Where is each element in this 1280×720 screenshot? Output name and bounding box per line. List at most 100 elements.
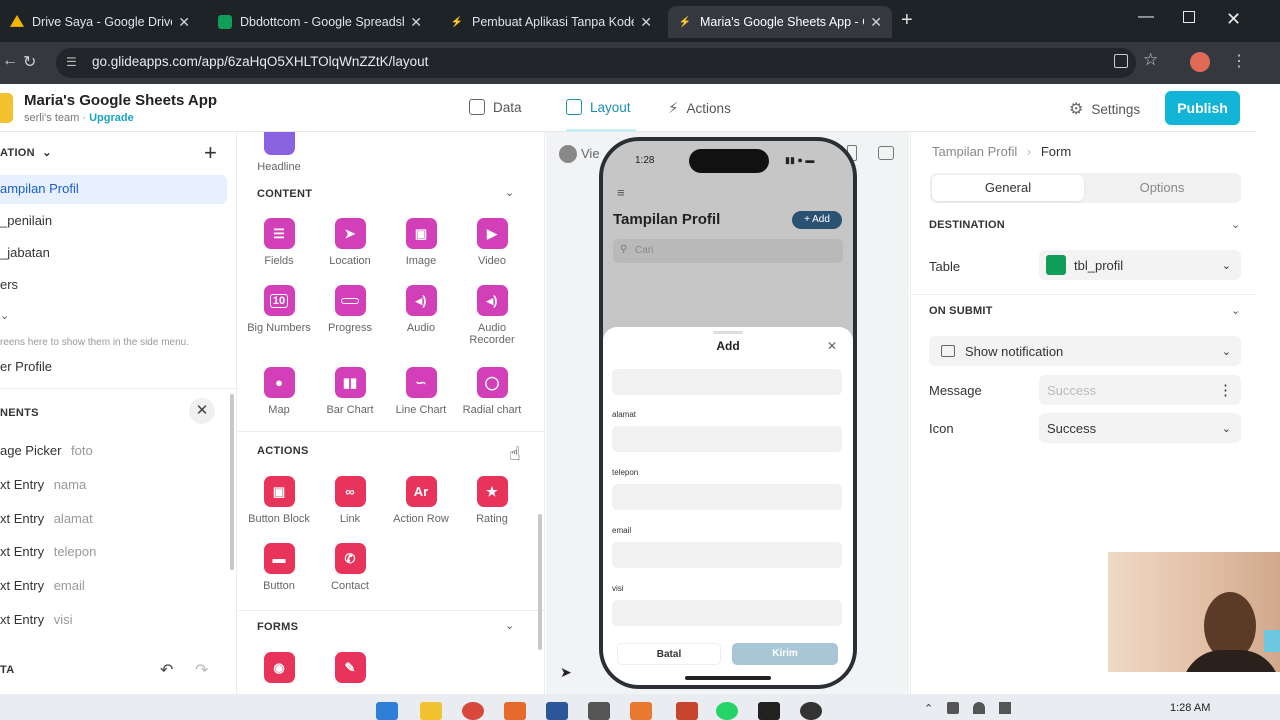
capcut-icon[interactable] <box>758 702 780 720</box>
file-explorer-icon[interactable] <box>420 702 442 720</box>
menu-dots-icon[interactable]: ⋮ <box>1231 51 1247 71</box>
site-info-icon[interactable]: ☰ <box>66 55 77 69</box>
add-item-button[interactable]: + Add <box>792 211 842 229</box>
component-fields[interactable]: ☰ Fields <box>244 218 314 267</box>
component-audio[interactable]: ◂) Audio <box>386 285 456 334</box>
telepon-field[interactable] <box>612 484 842 510</box>
whatsapp-icon[interactable] <box>716 702 738 720</box>
upgrade-link[interactable]: Upgrade <box>89 112 134 124</box>
app-icon[interactable] <box>676 702 698 720</box>
alamat-field[interactable] <box>612 426 842 452</box>
screen-item-penilain[interactable]: _penilain <box>0 213 52 228</box>
install-app-icon[interactable] <box>1114 54 1128 68</box>
chevron-up-icon[interactable]: ⌃ <box>924 702 933 716</box>
nav-tab-layout[interactable]: Layout <box>566 99 631 115</box>
close-tab-icon[interactable]: ✕ <box>870 14 882 31</box>
icon-select[interactable]: Success ⌄ <box>1039 413 1241 443</box>
tablet-mode-icon[interactable] <box>878 146 894 160</box>
component-headline[interactable]: Headline <box>244 132 314 173</box>
browser-tab-glide-builder[interactable]: ⚡ Pembuat Aplikasi Tanpa Kode: I ✕ <box>440 6 662 38</box>
undo-icon[interactable]: ↶ <box>160 660 173 680</box>
component-action-row[interactable]: Ar Action Row <box>386 476 456 525</box>
close-icon[interactable]: ✕ <box>189 398 215 424</box>
minimize-icon[interactable]: — <box>1138 8 1154 26</box>
browser-tab-maria-app[interactable]: ⚡ Maria's Google Sheets App - Gl ✕ <box>668 6 892 38</box>
new-tab-button[interactable]: + <box>901 9 913 32</box>
email-field[interactable] <box>612 542 842 568</box>
component-button[interactable]: ▬ Button <box>244 543 314 592</box>
close-tab-icon[interactable]: ✕ <box>640 14 652 31</box>
more-options-icon[interactable]: ⋮ <box>1218 381 1233 399</box>
component-map[interactable]: ● Map <box>244 367 314 416</box>
component-row-text-entry[interactable]: xt Entry nama <box>0 477 86 492</box>
reload-icon[interactable]: ↻ <box>23 52 36 72</box>
component-rating[interactable]: ★ Rating <box>457 476 527 525</box>
hamburger-menu-icon[interactable]: ≡ <box>617 185 625 200</box>
app-icon[interactable] <box>504 702 526 720</box>
component-bar-chart[interactable]: ▮▮ Bar Chart <box>315 367 385 416</box>
close-tab-icon[interactable]: ✕ <box>178 14 190 31</box>
component-location[interactable]: ➤ Location <box>315 218 385 267</box>
browser-tab-drive[interactable]: Drive Saya - Google Drive ✕ <box>0 6 200 38</box>
component-row-text-entry[interactable]: xt Entry visi <box>0 612 72 627</box>
chevron-down-icon[interactable]: ⌄ <box>505 186 514 199</box>
drag-handle[interactable] <box>713 331 743 334</box>
visi-field[interactable] <box>612 600 842 626</box>
word-icon[interactable] <box>546 702 568 720</box>
component-contact[interactable]: ✆ Contact <box>315 543 385 592</box>
submit-button[interactable]: Kirim <box>732 643 838 665</box>
chrome-icon[interactable] <box>462 702 484 720</box>
component-form-edit[interactable]: ✎ <box>315 652 385 689</box>
settings-button[interactable]: ⚙ Settings <box>1069 99 1140 119</box>
screen-item-tampilan-profil[interactable]: ampilan Profil <box>0 181 79 196</box>
bookmark-star-icon[interactable]: ☆ <box>1143 50 1158 70</box>
scrollbar[interactable] <box>538 514 542 650</box>
component-row-text-entry[interactable]: xt Entry email <box>0 578 85 593</box>
component-radial-chart[interactable]: ◯ Radial chart <box>457 367 527 416</box>
tab-options[interactable]: Options <box>1086 175 1238 201</box>
view-as-icon[interactable] <box>559 145 577 163</box>
close-window-icon[interactable]: ✕ <box>1226 9 1241 30</box>
browser-tab-sheets[interactable]: Dbdottcom - Google Spreadsh ✕ <box>208 6 432 38</box>
back-icon[interactable]: ← <box>2 52 18 70</box>
nav-tab-actions[interactable]: ⚡︎ Actions <box>668 99 731 117</box>
profile-avatar[interactable] <box>1190 52 1210 72</box>
component-row-image-picker[interactable]: age Picker foto <box>0 443 93 458</box>
chevron-down-icon[interactable]: ⌄ <box>42 147 52 159</box>
camera-app-icon[interactable] <box>588 702 610 720</box>
component-row-text-entry[interactable]: xt Entry alamat <box>0 511 93 526</box>
view-as-label[interactable]: View <box>581 146 599 161</box>
component-image[interactable]: ▣ Image <box>386 218 456 267</box>
component-row-text-entry[interactable]: xt Entry telepon <box>0 544 96 559</box>
component-big-numbers[interactable]: 10 Big Numbers <box>244 285 314 334</box>
volume-icon[interactable] <box>999 702 1012 714</box>
on-submit-select[interactable]: Show notification ⌄ <box>929 336 1241 366</box>
screen-item-users[interactable]: ers <box>0 277 18 292</box>
network-icon[interactable] <box>947 702 960 714</box>
close-modal-icon[interactable]: ✕ <box>827 339 837 353</box>
cancel-button[interactable]: Batal <box>617 643 721 665</box>
component-video[interactable]: ▶ Video <box>457 218 527 267</box>
component-progress[interactable]: Progress <box>315 285 385 334</box>
maximize-icon[interactable] <box>1183 11 1195 23</box>
redo-icon[interactable]: ↷ <box>195 660 208 680</box>
message-input[interactable]: Success ⋮ <box>1039 375 1241 405</box>
app-icon[interactable] <box>800 702 822 720</box>
nama-field[interactable] <box>612 369 842 395</box>
table-select[interactable]: tbl_profil ⌄ <box>1039 250 1241 280</box>
screen-item-jabatan[interactable]: _jabatan <box>0 245 50 260</box>
component-link[interactable]: ∞ Link <box>315 476 385 525</box>
pointer-icon[interactable]: ➤ <box>560 664 572 681</box>
close-tab-icon[interactable]: ✕ <box>410 14 422 31</box>
component-audio-recorder[interactable]: ◂) Audio Recorder <box>457 285 527 346</box>
add-screen-icon[interactable]: + <box>204 140 217 166</box>
publish-button[interactable]: Publish <box>1165 91 1240 125</box>
component-button-block[interactable]: ▣ Button Block <box>244 476 314 525</box>
chevron-down-icon[interactable]: ⌄ <box>505 619 514 632</box>
search-input[interactable]: ⚲ Cari <box>613 239 843 263</box>
tab-general[interactable]: General <box>932 175 1084 201</box>
screen-item-user-profile[interactable]: er Profile <box>0 359 52 374</box>
chevron-down-icon[interactable]: ⌄ <box>1231 218 1240 231</box>
firefox-icon[interactable] <box>630 702 652 720</box>
wifi-icon[interactable] <box>973 702 986 714</box>
